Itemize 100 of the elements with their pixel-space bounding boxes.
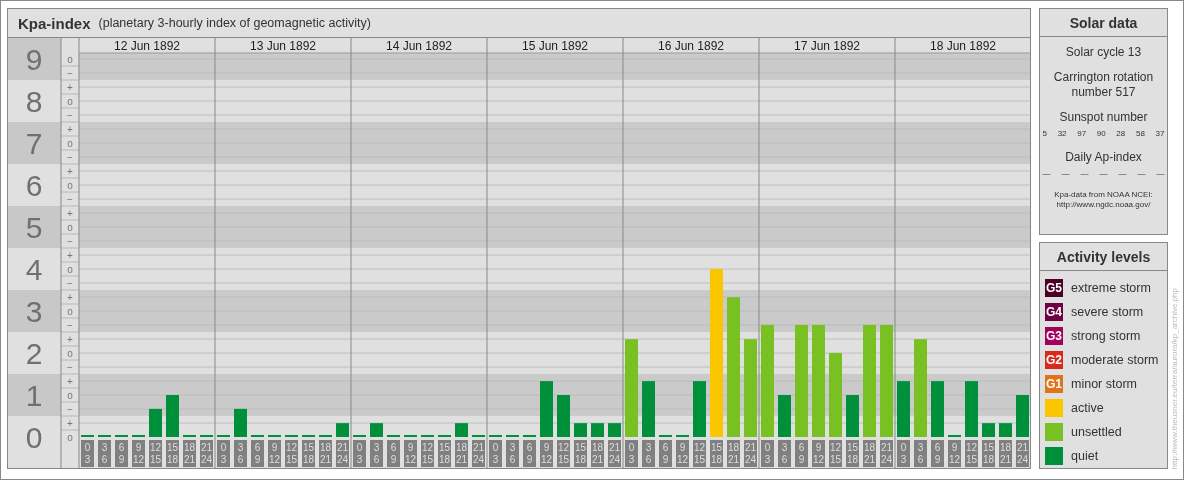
ap-index-value: —	[1061, 169, 1070, 178]
minor-tick-label: −	[67, 151, 73, 163]
credit-url: http://www.theusner.eu/terra/aurora/kp_archive.php	[1170, 287, 1179, 469]
minor-tick-label: +	[67, 249, 73, 261]
legend-swatch: G5	[1045, 279, 1063, 297]
time-range-label: 9 12	[268, 440, 281, 467]
legend-swatch: G4	[1045, 303, 1063, 321]
sunspot-value: 5	[1042, 129, 1047, 138]
minor-tick-label: +	[67, 333, 73, 345]
minor-tick-label: +	[67, 291, 73, 303]
ap-index-value: —	[1042, 169, 1051, 178]
minor-tick-label: +	[67, 417, 73, 429]
minor-tick-label: o	[67, 53, 73, 65]
time-range-label: 6 9	[795, 440, 808, 467]
time-range-label: 0 3	[489, 440, 502, 467]
time-range-label: 9 12	[948, 440, 961, 467]
data-source-link[interactable]: http://www.ngdc.noaa.gov/	[1056, 200, 1151, 210]
minor-tick-label: o	[67, 263, 73, 275]
minor-tick-label: o	[67, 179, 73, 191]
axis-number: 9	[25, 42, 43, 76]
minor-tick-label: o	[67, 389, 73, 401]
data-source-text: Kpa-data from NOAA NCEI:	[1054, 190, 1153, 200]
minor-tick-label: +	[67, 165, 73, 177]
date-label: 14 Jun 1892	[385, 39, 453, 53]
ap-index-value: —	[1080, 169, 1089, 178]
date-label: 15 Jun 1892	[521, 39, 589, 53]
kp-bar	[965, 381, 978, 437]
time-range-label: 21 24	[608, 440, 621, 467]
kp-bar	[897, 381, 910, 437]
time-range-label: 21 24	[200, 440, 213, 467]
kp-bar	[574, 423, 587, 437]
kp-bar	[370, 423, 383, 437]
minor-tick-label: −	[67, 67, 73, 79]
kp-bar	[693, 381, 706, 437]
ap-index-value: —	[1156, 169, 1165, 178]
time-range-label: 18 21	[591, 440, 604, 467]
ap-index-value: —	[1137, 169, 1146, 178]
time-range-label: 15 18	[710, 440, 723, 467]
time-range-label: 9 12	[404, 440, 417, 467]
date-label: 17 Jun 1892	[793, 39, 861, 53]
time-range-label: 18 21	[455, 440, 468, 467]
axis-stripe	[8, 38, 61, 80]
time-range-label: 15 18	[302, 440, 315, 467]
kp-bar	[591, 423, 604, 437]
time-range-label: 0 3	[217, 440, 230, 467]
date-label: 13 Jun 1892	[249, 39, 317, 53]
kp-bar	[166, 395, 179, 437]
time-range-label: 3 6	[506, 440, 519, 467]
legend-label: quiet	[1071, 449, 1099, 463]
minor-tick-label: +	[67, 375, 73, 387]
axis-number: 0	[25, 420, 43, 454]
panel-title: Solar data	[1040, 9, 1167, 37]
time-range-label: 9 12	[812, 440, 825, 467]
time-range-label: 6 9	[251, 440, 264, 467]
kp-bar	[999, 423, 1012, 437]
time-range-label: 21 24	[880, 440, 893, 467]
time-range-label: 6 9	[115, 440, 128, 467]
axis-number: 8	[25, 84, 43, 118]
date-label: 18 Jun 1892	[929, 39, 997, 53]
legend-label: extreme storm	[1071, 281, 1151, 295]
time-range-label: 12 15	[965, 440, 978, 467]
time-range-label: 21 24	[336, 440, 349, 467]
sunspot-value: 97	[1077, 129, 1087, 138]
legend-label: active	[1071, 401, 1104, 415]
kp-bar	[846, 395, 859, 437]
date-label: 12 Jun 1892	[113, 39, 181, 53]
kp-bar	[455, 423, 468, 437]
panel-title: Activity levels	[1040, 243, 1167, 271]
time-range-label: 12 15	[557, 440, 570, 467]
kp-bar	[234, 408, 247, 437]
sunspot-value: 32	[1057, 129, 1067, 138]
kp-bar	[540, 381, 553, 437]
minor-tick-label: −	[67, 235, 73, 247]
time-range-label: 0 3	[81, 440, 94, 467]
time-range-label: 15 18	[982, 440, 995, 467]
legend-label: moderate storm	[1071, 353, 1159, 367]
time-range-label: 15 18	[846, 440, 859, 467]
axis-number: 7	[25, 126, 43, 160]
time-range-label: 15 18	[438, 440, 451, 467]
time-range-label: 6 9	[523, 440, 536, 467]
legend-label: severe storm	[1071, 305, 1144, 319]
axis-stripe	[8, 206, 61, 248]
carrington-rotation-text: Carrington rotation number 517	[1052, 70, 1155, 100]
ap-index-value: —	[1118, 169, 1127, 178]
minor-tick-label: +	[67, 123, 73, 135]
sunspot-value: 58	[1135, 129, 1145, 138]
minor-tick-label: +	[67, 81, 73, 93]
axis-number: 2	[25, 336, 43, 370]
kp-bar	[931, 381, 944, 437]
time-range-label: 6 9	[387, 440, 400, 467]
minor-tick-label: o	[67, 95, 73, 107]
time-range-label: 3 6	[234, 440, 247, 467]
time-range-label: 18 21	[999, 440, 1012, 467]
legend-swatch: G2	[1045, 351, 1063, 369]
minor-tick-label: o	[67, 347, 73, 359]
legend-label: minor storm	[1071, 377, 1137, 391]
axis-number: 1	[25, 378, 43, 412]
time-range-label: 18 21	[863, 440, 876, 467]
time-range-label: 0 3	[761, 440, 774, 467]
kp-bar	[778, 395, 791, 437]
